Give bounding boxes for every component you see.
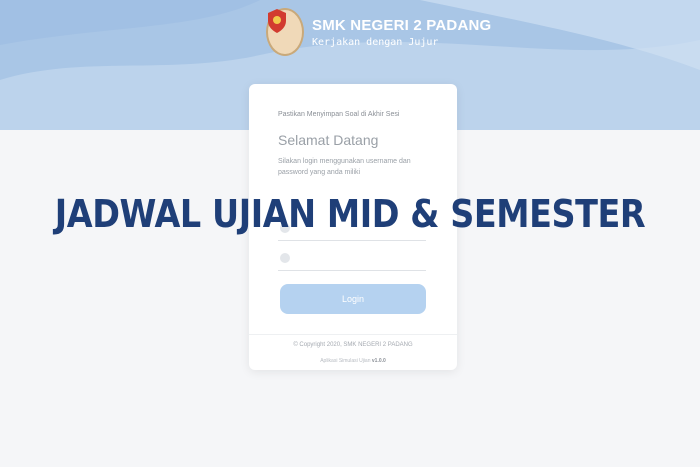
brand: SMK NEGERI 2 PADANG Kerjakan dengan Juju… [266, 8, 491, 56]
welcome-title: Selamat Datang [278, 132, 379, 148]
school-emblem-icon [266, 8, 304, 56]
password-field [278, 248, 426, 271]
login-button[interactable]: Login [280, 284, 426, 314]
version-label: Aplikasi Simulasi Ujian [320, 358, 371, 364]
card-divider [249, 334, 457, 335]
school-motto: Kerjakan dengan Jujur [312, 36, 439, 48]
overlay-title: JADWAL UJIAN MID & SEMESTER [54, 192, 646, 236]
login-hint: Silakan login menggunakan username dan p… [278, 158, 411, 176]
version-number: v1.0.0 [371, 358, 386, 364]
version-info: Aplikasi Simulasi Ujian v1.0.0 [249, 358, 457, 364]
lock-icon [280, 253, 290, 263]
copyright-text: © Copyright 2020, SMK NEGERI 2 PADANG [293, 342, 413, 348]
save-notice: Pastikan Menyimpan Soal di Akhir Sesi [278, 111, 400, 118]
school-name: SMK NEGERI 2 PADANG [312, 16, 492, 34]
password-input[interactable] [296, 250, 426, 270]
